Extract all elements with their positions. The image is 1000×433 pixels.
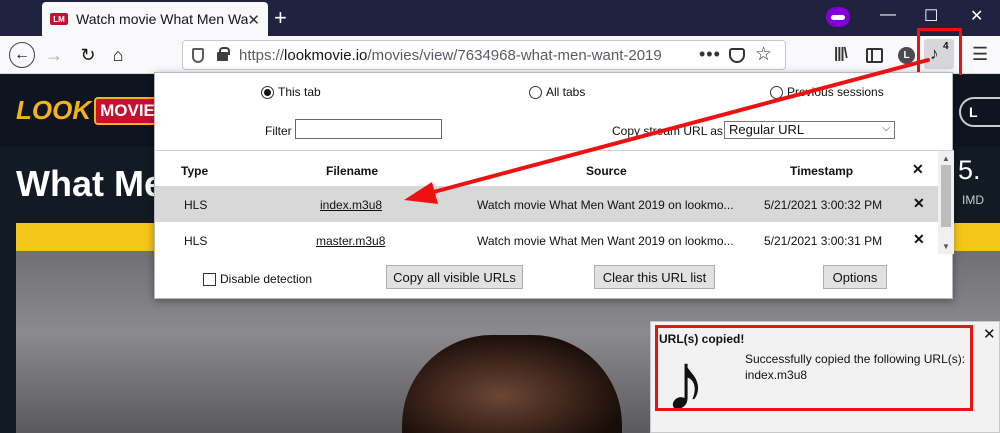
radio-button-checked[interactable] [261, 85, 274, 99]
table-scrollbar[interactable]: ▲ ▼ [938, 151, 954, 254]
rating-score: 5. [958, 155, 981, 185]
rating-source: IMD [962, 193, 984, 207]
url-text[interactable]: https://lookmovie.io/movies/view/7634968… [239, 47, 662, 64]
login-button[interactable]: L [959, 97, 1000, 127]
remove-row-icon[interactable]: ✕ [913, 195, 925, 212]
scroll-down-icon[interactable]: ▼ [942, 242, 950, 251]
options-button[interactable]: Options [823, 265, 887, 289]
filter-label: Filter [265, 124, 292, 138]
back-icon: ← [9, 42, 35, 68]
close-tab-icon[interactable]: ✕ [247, 11, 260, 29]
radio-button[interactable] [770, 85, 783, 99]
url-scheme: https:// [239, 47, 285, 64]
url-path: /movies/view/7634968-what-men-want-2019 [367, 47, 662, 64]
copy-as-label: Copy stream URL as [612, 124, 723, 138]
sidebar-icon[interactable] [866, 48, 883, 63]
radio-all-tabs[interactable]: All tabs [529, 85, 585, 99]
url-table: Type Filename Source Timestamp ✕ HLS ind… [155, 150, 954, 254]
radio-button[interactable] [529, 85, 542, 99]
page-actions-icon[interactable]: ••• [699, 44, 721, 65]
address-bar[interactable]: https://lookmovie.io/movies/view/7634968… [182, 40, 786, 70]
radio-previous-sessions-label: Previous sessions [787, 85, 884, 99]
column-header-type[interactable]: Type [181, 164, 208, 178]
clear-url-list-button[interactable]: Clear this URL list [594, 265, 715, 289]
site-logo[interactable]: LOOK MOVIE [16, 95, 161, 126]
tab-active[interactable]: LM Watch movie What Men Want ✕ [42, 2, 268, 36]
chevron-down-icon: ⌵ [882, 123, 890, 134]
pocket-icon[interactable] [729, 48, 745, 63]
close-window-button[interactable]: ✕ [970, 6, 983, 26]
back-button[interactable]: ← [8, 41, 36, 69]
copy-all-urls-button[interactable]: Copy all visible URLs [386, 265, 523, 289]
copy-as-select[interactable]: Regular URL ⌵ [724, 121, 895, 139]
filter-input[interactable] [295, 119, 442, 139]
logo-look-text: LOOK [16, 95, 92, 125]
close-icon[interactable]: ✕ [983, 325, 996, 343]
library-icon[interactable]: |||\ [834, 45, 848, 62]
disable-detection-label: Disable detection [220, 272, 313, 286]
maximize-button[interactable]: ☐ [924, 6, 938, 26]
radio-all-tabs-label: All tabs [546, 85, 586, 99]
table-row[interactable]: HLS index.m3u8 Watch movie What Men Want… [155, 186, 938, 222]
clear-all-icon[interactable]: ✕ [912, 161, 924, 178]
tab-title: Watch movie What Men Want [76, 11, 248, 27]
navigation-toolbar: ← → ↻ ⌂ https://lookmovie.io/movies/view… [0, 36, 1000, 74]
minimize-button[interactable]: — [880, 6, 896, 24]
stream-detector-popup: This tab All tabs Previous sessions Filt… [154, 72, 954, 299]
forward-icon[interactable]: → [40, 41, 68, 69]
cell-source: Watch movie What Men Want 2019 on lookmo… [477, 198, 734, 212]
column-header-source[interactable]: Source [586, 164, 627, 178]
notification-highlight-box [655, 325, 973, 411]
menu-icon[interactable]: ☰ [972, 44, 988, 65]
table-row[interactable]: HLS master.m3u8 Watch movie What Men Wan… [155, 222, 938, 258]
scroll-up-icon[interactable]: ▲ [942, 154, 950, 163]
radio-previous-sessions[interactable]: Previous sessions [770, 85, 884, 99]
disable-detection-toggle[interactable]: Disable detection [203, 272, 312, 286]
cell-timestamp: 5/21/2021 3:00:32 PM [764, 198, 883, 212]
scroll-thumb[interactable] [941, 165, 951, 227]
cell-filename-link[interactable]: master.m3u8 [316, 234, 385, 248]
cell-type: HLS [184, 234, 208, 248]
account-icon[interactable]: L [898, 47, 915, 64]
copy-as-selected-value: Regular URL [729, 122, 805, 137]
cell-filename-link[interactable]: index.m3u8 [320, 198, 382, 212]
disable-detection-checkbox[interactable] [203, 272, 216, 286]
poster-figure [402, 335, 622, 433]
site-favicon: LM [50, 13, 68, 25]
reload-icon[interactable]: ↻ [74, 41, 102, 69]
remove-row-icon[interactable]: ✕ [913, 231, 925, 248]
star-icon[interactable]: ☆ [755, 43, 772, 66]
column-header-filename[interactable]: Filename [326, 164, 378, 178]
new-tab-button[interactable]: + [274, 5, 287, 31]
url-host: lookmovie.io [284, 47, 368, 64]
cell-timestamp: 5/21/2021 3:00:31 PM [764, 234, 883, 248]
radio-this-tab[interactable]: This tab [261, 85, 321, 99]
radio-this-tab-label: This tab [278, 85, 321, 99]
cell-type: HLS [184, 198, 208, 212]
logo-movie-text: MOVIE [94, 96, 161, 125]
home-icon[interactable]: ⌂ [104, 41, 132, 69]
column-header-timestamp[interactable]: Timestamp [790, 164, 853, 178]
cell-source: Watch movie What Men Want 2019 on lookmo… [477, 234, 734, 248]
lock-icon[interactable] [217, 47, 230, 61]
shield-icon[interactable] [192, 48, 204, 63]
tab-strip: LM Watch movie What Men Want ✕ + — ☐ ✕ [0, 0, 1000, 36]
private-browsing-icon [826, 7, 850, 27]
